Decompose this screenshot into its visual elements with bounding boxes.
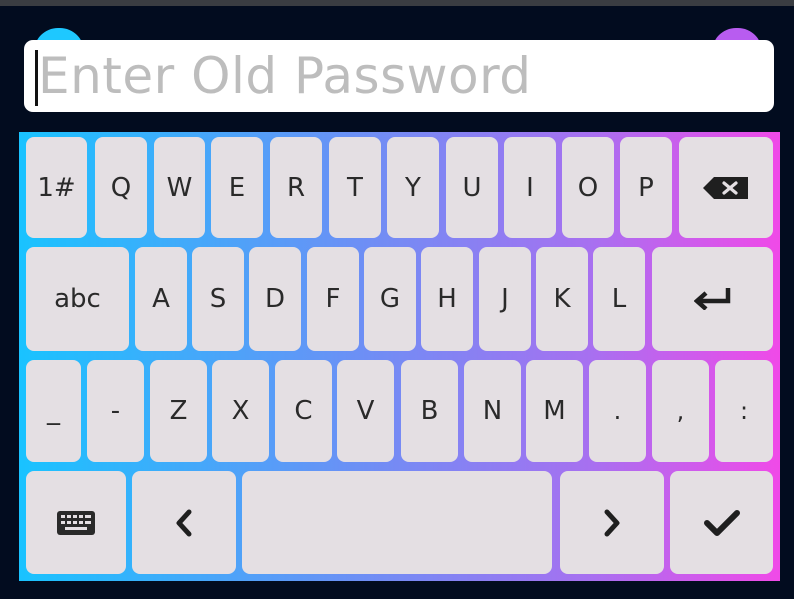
key-c[interactable]: C bbox=[275, 360, 332, 462]
key-label: E bbox=[228, 172, 246, 203]
key-enter[interactable] bbox=[652, 247, 773, 351]
on-screen-keyboard: 1# Q W E R T Y U I O P abc A S D F G H J… bbox=[19, 132, 780, 581]
key-h[interactable]: H bbox=[421, 247, 473, 351]
key-label: B bbox=[420, 396, 439, 426]
key-z[interactable]: Z bbox=[150, 360, 207, 462]
key-label: abc bbox=[54, 284, 101, 314]
key-n[interactable]: N bbox=[464, 360, 521, 462]
enter-icon bbox=[693, 288, 732, 310]
key-period[interactable]: . bbox=[589, 360, 646, 462]
key-symbols[interactable]: 1# bbox=[26, 137, 87, 238]
key-label: A bbox=[152, 284, 170, 314]
key-label: V bbox=[356, 396, 375, 426]
key-o[interactable]: O bbox=[562, 137, 614, 238]
key-label: N bbox=[482, 396, 503, 426]
key-label: J bbox=[501, 284, 509, 314]
key-label: X bbox=[231, 396, 250, 426]
key-k[interactable]: K bbox=[536, 247, 588, 351]
key-label: , bbox=[676, 397, 685, 425]
key-label: Y bbox=[405, 172, 421, 203]
key-label: F bbox=[325, 284, 341, 314]
chevron-left-icon bbox=[174, 508, 194, 538]
key-underscore[interactable]: _ bbox=[26, 360, 81, 462]
key-a[interactable]: A bbox=[135, 247, 187, 351]
key-label: P bbox=[638, 172, 654, 203]
key-label: L bbox=[611, 284, 627, 314]
key-label: Q bbox=[110, 172, 132, 203]
key-m[interactable]: M bbox=[526, 360, 583, 462]
key-label: W bbox=[166, 172, 193, 203]
key-backspace[interactable] bbox=[679, 137, 773, 238]
key-p[interactable]: P bbox=[620, 137, 672, 238]
key-label: R bbox=[286, 172, 306, 203]
key-label: C bbox=[294, 396, 313, 426]
key-label: Z bbox=[169, 396, 188, 426]
key-label: S bbox=[209, 284, 227, 314]
key-label: H bbox=[437, 284, 457, 314]
key-label: K bbox=[553, 284, 571, 314]
key-label: D bbox=[264, 284, 286, 314]
key-ok[interactable] bbox=[670, 471, 773, 574]
key-abc[interactable]: abc bbox=[26, 247, 129, 351]
checkmark-icon bbox=[703, 509, 741, 537]
key-label: G bbox=[379, 284, 401, 314]
password-input-box[interactable] bbox=[24, 40, 774, 112]
key-label: - bbox=[110, 396, 121, 426]
key-label: . bbox=[613, 397, 622, 425]
key-j[interactable]: J bbox=[479, 247, 531, 351]
key-dash[interactable]: - bbox=[87, 360, 144, 462]
key-q[interactable]: Q bbox=[95, 137, 147, 238]
key-label: _ bbox=[47, 396, 60, 426]
key-g[interactable]: G bbox=[364, 247, 416, 351]
key-label: U bbox=[462, 172, 482, 203]
key-label: O bbox=[577, 172, 599, 203]
key-label: 1# bbox=[37, 172, 76, 203]
key-l[interactable]: L bbox=[593, 247, 645, 351]
key-s[interactable]: S bbox=[192, 247, 244, 351]
backspace-icon bbox=[702, 176, 750, 200]
key-y[interactable]: Y bbox=[387, 137, 439, 238]
old-password-input[interactable] bbox=[38, 40, 758, 112]
key-left[interactable] bbox=[132, 471, 236, 574]
key-x[interactable]: X bbox=[212, 360, 269, 462]
key-w[interactable]: W bbox=[154, 137, 205, 238]
key-t[interactable]: T bbox=[329, 137, 381, 238]
key-r[interactable]: R bbox=[270, 137, 322, 238]
key-label: M bbox=[543, 396, 566, 426]
key-keyboard-toggle[interactable] bbox=[26, 471, 126, 574]
key-u[interactable]: U bbox=[446, 137, 498, 238]
key-v[interactable]: V bbox=[337, 360, 394, 462]
key-right[interactable] bbox=[560, 471, 664, 574]
key-d[interactable]: D bbox=[249, 247, 301, 351]
key-label: I bbox=[526, 172, 534, 203]
key-e[interactable]: E bbox=[211, 137, 263, 238]
chevron-right-icon bbox=[602, 508, 622, 538]
top-strip bbox=[0, 0, 794, 6]
key-b[interactable]: B bbox=[401, 360, 458, 462]
key-label: : bbox=[739, 397, 749, 425]
keyboard-icon bbox=[56, 510, 96, 536]
key-space[interactable] bbox=[242, 471, 552, 574]
key-i[interactable]: I bbox=[504, 137, 556, 238]
key-comma[interactable]: , bbox=[652, 360, 709, 462]
key-label: T bbox=[347, 172, 363, 203]
key-colon[interactable]: : bbox=[715, 360, 773, 462]
key-f[interactable]: F bbox=[307, 247, 359, 351]
